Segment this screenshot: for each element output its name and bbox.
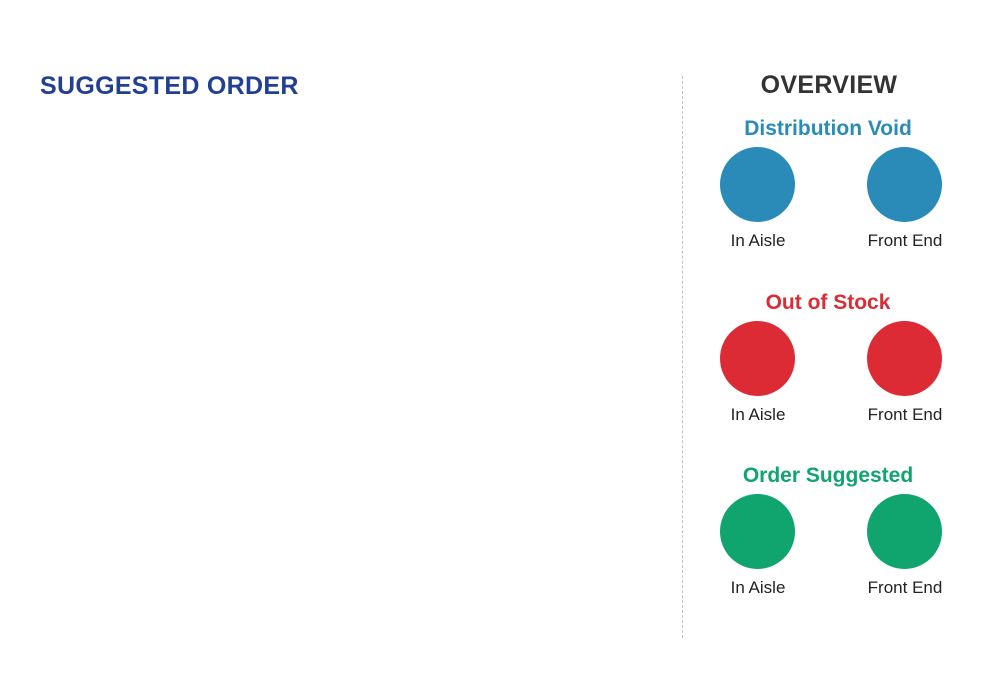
status-indicator-front-end[interactable] (867, 321, 942, 396)
status-indicator-in-aisle[interactable] (720, 321, 795, 396)
status-indicator-in-aisle[interactable] (720, 147, 795, 222)
in-aisle-label: In Aisle (730, 231, 786, 250)
overview-title: OVERVIEW (760, 71, 898, 99)
overview-panel: OVERVIEW Distribution Void In Aisle Fron… (683, 0, 988, 679)
in-aisle-label: In Aisle (730, 578, 786, 597)
page-title: SUGGESTED ORDER (40, 72, 299, 100)
front-end-label: Front End (867, 578, 943, 597)
status-indicator-in-aisle[interactable] (720, 494, 795, 569)
front-end-label: Front End (867, 405, 943, 424)
group-title: Order Suggested (742, 464, 914, 487)
front-end-label: Front End (867, 231, 943, 250)
status-indicator-front-end[interactable] (867, 147, 942, 222)
overview-group-order-suggested: Order Suggested In Aisle Front End (683, 464, 988, 597)
in-aisle-label: In Aisle (730, 405, 786, 424)
group-title: Out of Stock (765, 291, 891, 314)
overview-group-distribution-void: Distribution Void In Aisle Front End (683, 117, 988, 250)
status-indicator-front-end[interactable] (867, 494, 942, 569)
group-title: Distribution Void (744, 117, 912, 140)
overview-group-out-of-stock: Out of Stock In Aisle Front End (683, 291, 988, 424)
